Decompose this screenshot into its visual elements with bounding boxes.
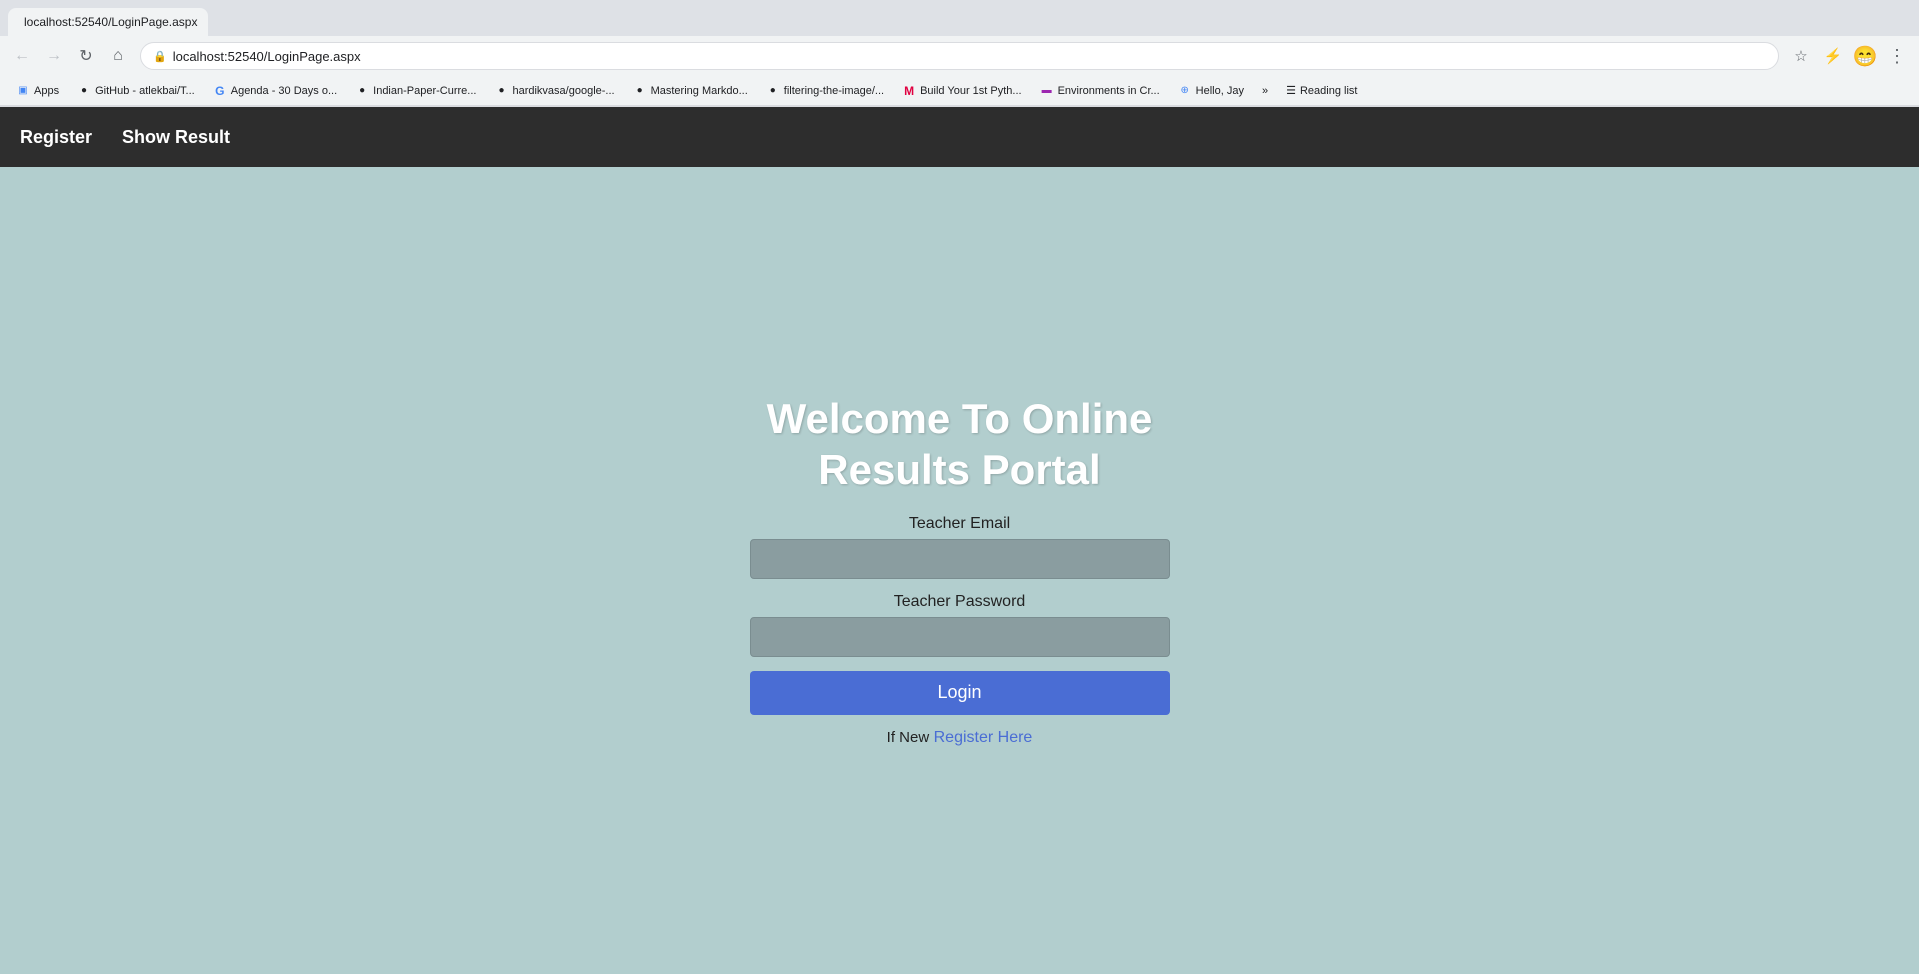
register-nav-link[interactable]: Register (20, 127, 92, 148)
profile-avatar[interactable]: 😁 (1851, 42, 1879, 70)
bookmark-hardik-label: hardikvasa/google-... (512, 85, 614, 97)
address-bar[interactable]: 🔒 localhost:52540/LoginPage.aspx (140, 42, 1779, 70)
welcome-line1: Welcome To Online (767, 395, 1153, 442)
apps-icon: ▣ (16, 84, 30, 98)
github1-icon: ● (77, 84, 91, 98)
main-content: Welcome To Online Results Portal Teacher… (0, 167, 1919, 974)
star-button[interactable]: ☆ (1787, 42, 1815, 70)
lock-icon: 🔒 (153, 50, 167, 63)
bookmark-hello[interactable]: ⊕ Hello, Jay (1170, 82, 1252, 100)
bookmark-hardik[interactable]: ● hardikvasa/google-... (486, 82, 622, 100)
bookmark-apps-label: Apps (34, 85, 59, 97)
bookmark-environments-label: Environments in Cr... (1058, 85, 1160, 97)
filtering-icon: ● (766, 84, 780, 98)
hardik-icon: ● (494, 84, 508, 98)
active-tab[interactable]: localhost:52540/LoginPage.aspx (8, 8, 208, 36)
welcome-title: Welcome To Online Results Portal (767, 394, 1153, 495)
extensions-button[interactable]: ⚡ (1819, 42, 1847, 70)
indian-icon: ● (355, 84, 369, 98)
bookmark-indian-label: Indian-Paper-Curre... (373, 85, 476, 97)
mastering-icon: ● (633, 84, 647, 98)
bookmarks-bar: ▣ Apps ● GitHub - atlekbai/T... G Agenda… (0, 76, 1919, 106)
reading-list-button[interactable]: ☰ Reading list (1278, 82, 1365, 99)
hello-icon: ⊕ (1178, 84, 1192, 98)
agenda-icon: G (213, 84, 227, 98)
email-input[interactable] (750, 539, 1170, 579)
menu-button[interactable]: ⋮ (1883, 42, 1911, 70)
bookmark-filtering-label: filtering-the-image/... (784, 85, 884, 97)
bookmark-more[interactable]: » (1254, 83, 1276, 99)
toolbar-right: ☆ ⚡ 😁 ⋮ (1787, 42, 1911, 70)
password-input[interactable] (750, 617, 1170, 657)
bookmark-environments[interactable]: ▬ Environments in Cr... (1032, 82, 1168, 100)
tab-title: localhost:52540/LoginPage.aspx (24, 15, 197, 29)
bookmark-hello-label: Hello, Jay (1196, 85, 1244, 97)
reading-list-icon: ☰ (1286, 84, 1296, 97)
if-new-text: If New (887, 729, 930, 746)
app-navbar: Register Show Result (0, 107, 1919, 167)
welcome-line2: Results Portal (818, 446, 1100, 493)
register-here-link[interactable]: Register Here (934, 729, 1033, 746)
home-button[interactable]: ⌂ (104, 42, 132, 70)
reload-button[interactable]: ↻ (72, 42, 100, 70)
bookmark-more-label: » (1262, 85, 1268, 97)
environments-icon: ▬ (1040, 84, 1054, 98)
bookmark-agenda-label: Agenda - 30 Days o... (231, 85, 337, 97)
forward-button[interactable]: → (40, 42, 68, 70)
tab-bar: localhost:52540/LoginPage.aspx (0, 0, 1919, 36)
bookmark-mastering[interactable]: ● Mastering Markdo... (625, 82, 756, 100)
bookmark-github1[interactable]: ● GitHub - atlekbai/T... (69, 82, 203, 100)
bookmark-apps[interactable]: ▣ Apps (8, 82, 67, 100)
bookmark-filtering[interactable]: ● filtering-the-image/... (758, 82, 892, 100)
address-text: localhost:52540/LoginPage.aspx (173, 49, 361, 64)
bookmark-mastering-label: Mastering Markdo... (651, 85, 748, 97)
browser-toolbar: ← → ↻ ⌂ 🔒 localhost:52540/LoginPage.aspx… (0, 36, 1919, 76)
email-label: Teacher Email (909, 515, 1010, 533)
browser-chrome: localhost:52540/LoginPage.aspx ← → ↻ ⌂ 🔒… (0, 0, 1919, 107)
bookmark-indian[interactable]: ● Indian-Paper-Curre... (347, 82, 484, 100)
login-container: Welcome To Online Results Portal Teacher… (750, 394, 1170, 747)
build-icon: M (902, 84, 916, 98)
bookmark-github1-label: GitHub - atlekbai/T... (95, 85, 195, 97)
reading-list-label: Reading list (1300, 85, 1357, 97)
nav-buttons: ← → ↻ ⌂ (8, 42, 132, 70)
show-result-nav-link[interactable]: Show Result (122, 127, 230, 148)
bookmark-build[interactable]: M Build Your 1st Pyth... (894, 82, 1030, 100)
register-prompt: If New Register Here (887, 729, 1033, 747)
bookmark-build-label: Build Your 1st Pyth... (920, 85, 1022, 97)
bookmark-agenda[interactable]: G Agenda - 30 Days o... (205, 82, 345, 100)
login-button[interactable]: Login (750, 671, 1170, 715)
back-button[interactable]: ← (8, 42, 36, 70)
password-label: Teacher Password (894, 593, 1026, 611)
